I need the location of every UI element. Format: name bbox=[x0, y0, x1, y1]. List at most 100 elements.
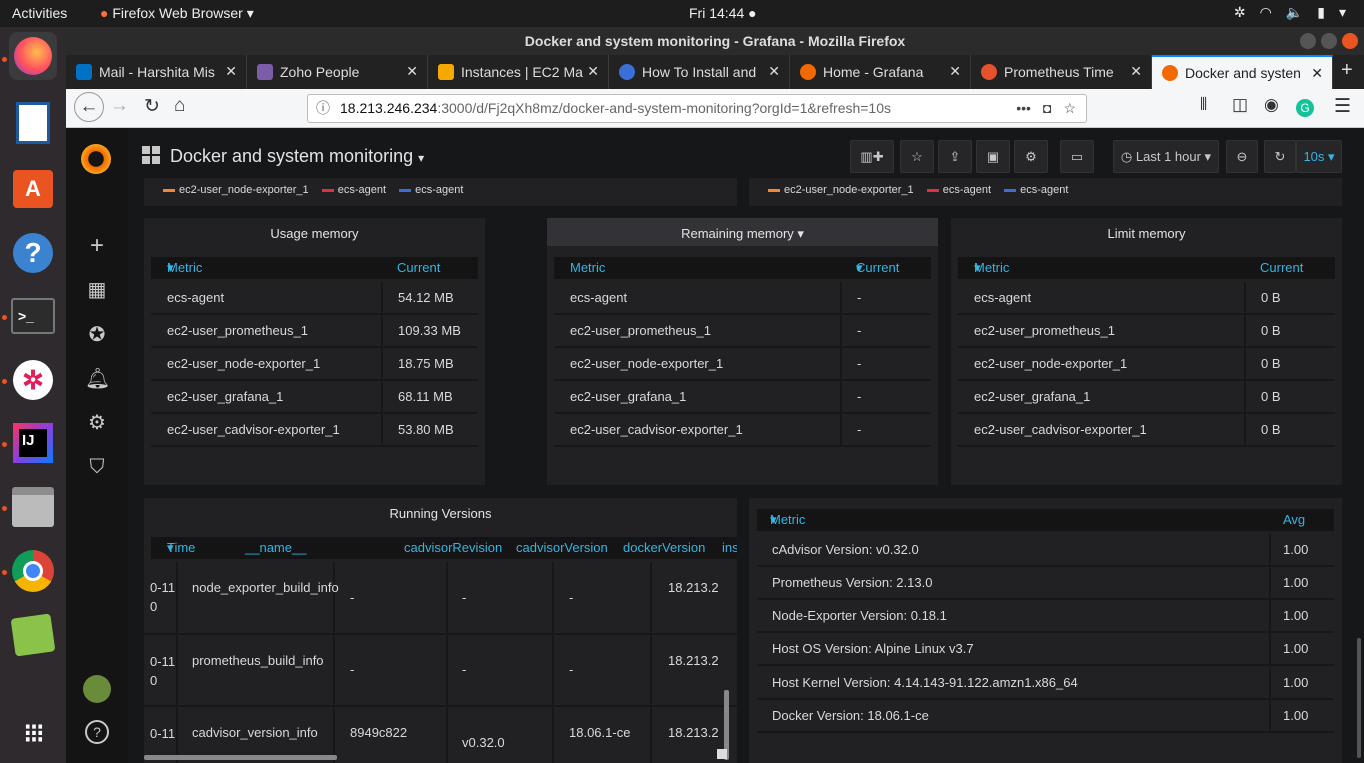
refresh-button[interactable]: ↻ bbox=[1264, 140, 1296, 173]
create-plus-icon[interactable]: + bbox=[85, 234, 109, 258]
tab-home-grafana[interactable]: Home - Grafana ✕ bbox=[790, 55, 971, 89]
col-metric[interactable]: Metric ▾ bbox=[770, 509, 805, 531]
cycle-view-mode-button[interactable]: ▭ bbox=[1060, 140, 1094, 173]
metric-cell: ec2-user_grafana_1 bbox=[570, 389, 687, 404]
close-icon[interactable]: ✕ bbox=[1130, 63, 1142, 80]
alerting-bell-icon[interactable]: 🔔︎ bbox=[85, 367, 110, 391]
page-actions-icon[interactable]: ••• bbox=[1016, 95, 1031, 122]
legend-item[interactable]: ec2-user_node-exporter_1 bbox=[768, 184, 914, 196]
refresh-interval-picker[interactable]: 10s ▾ bbox=[1296, 140, 1342, 173]
close-icon[interactable]: ✕ bbox=[587, 63, 599, 80]
col-metric[interactable]: Metric ▾ bbox=[974, 257, 1009, 279]
dashboard-settings-button[interactable]: ⚙ bbox=[1014, 140, 1048, 173]
legend-item[interactable]: ecs-agent bbox=[321, 184, 386, 196]
panel-title[interactable]: Remaining memory ▾ bbox=[547, 218, 938, 246]
menu-icon[interactable]: ☰ bbox=[1334, 95, 1351, 118]
col-current[interactable]: Current bbox=[397, 257, 440, 279]
clock[interactable]: Fri 14:44 ● bbox=[689, 5, 757, 21]
grafana-logo-icon[interactable] bbox=[81, 144, 111, 174]
legend-item[interactable]: ecs-agent bbox=[926, 184, 991, 196]
zoom-out-button[interactable]: ⊖ bbox=[1226, 140, 1258, 173]
sidebar-icon[interactable]: ◫ bbox=[1232, 95, 1248, 115]
add-panel-button[interactable]: ▥✚ bbox=[850, 140, 894, 173]
app-menu[interactable]: ● Firefox Web Browser ▾ bbox=[100, 5, 254, 22]
reload-button[interactable]: ↻ bbox=[144, 95, 160, 118]
star-dashboard-button[interactable]: ☆ bbox=[900, 140, 934, 173]
close-icon[interactable]: ✕ bbox=[406, 63, 418, 80]
server-admin-shield-icon[interactable]: ⛉ bbox=[85, 455, 109, 479]
col-docker-version[interactable]: dockerVersion bbox=[623, 537, 705, 559]
bookmark-star-icon[interactable]: ☆ bbox=[1063, 95, 1076, 122]
value-cell: - bbox=[857, 389, 862, 404]
metric-cell: ec2-user_prometheus_1 bbox=[974, 323, 1115, 338]
col-cadvisor-version[interactable]: cadvisorVersion bbox=[516, 537, 608, 559]
tab-zoho[interactable]: Zoho People ✕ bbox=[247, 55, 428, 89]
close-window-button[interactable] bbox=[1342, 33, 1358, 49]
grammarly-icon[interactable]: G bbox=[1296, 99, 1314, 117]
dashboard-title[interactable]: Docker and system monitoring ▾ bbox=[142, 146, 424, 167]
col-name[interactable]: __name__ bbox=[245, 537, 306, 559]
col-current[interactable]: Current bbox=[1260, 257, 1303, 279]
extension-icon[interactable]: ◉ bbox=[1264, 95, 1279, 115]
legend-item[interactable]: ecs-agent bbox=[1004, 184, 1068, 196]
col-current[interactable]: Current ▾ bbox=[856, 257, 899, 279]
col-cadvisor-revision[interactable]: cadvisorRevision bbox=[404, 537, 502, 559]
time-picker-button[interactable]: ◷ Last 1 hour ▾ bbox=[1113, 140, 1219, 173]
tab-mail[interactable]: Mail - Harshita Mis ✕ bbox=[66, 55, 247, 89]
files-launcher[interactable] bbox=[9, 483, 57, 531]
close-icon[interactable]: ✕ bbox=[1311, 65, 1323, 82]
back-button[interactable]: ← bbox=[74, 92, 104, 122]
system-tray[interactable]: ✲ ◠ 🔈 ▮ ▾ bbox=[1234, 4, 1346, 21]
col-time[interactable]: Time ▾ bbox=[167, 537, 195, 559]
col-metric[interactable]: Metric ▾ bbox=[167, 257, 202, 279]
table-row: ec2-user_cadvisor-exporter_1 0 B bbox=[958, 414, 1335, 447]
page-scrollbar[interactable] bbox=[1357, 638, 1361, 758]
firefox-launcher[interactable] bbox=[9, 32, 57, 80]
col-instance[interactable]: ins bbox=[722, 537, 737, 559]
panel-title[interactable]: Limit memory bbox=[951, 218, 1342, 246]
save-dashboard-button[interactable]: ▣ bbox=[976, 140, 1010, 173]
dashboards-icon[interactable]: ▦ bbox=[85, 278, 109, 302]
show-apps-button[interactable]: ⁝⁝⁝ bbox=[9, 709, 57, 757]
software-launcher[interactable]: A bbox=[9, 165, 57, 213]
writer-launcher[interactable] bbox=[9, 99, 57, 147]
close-icon[interactable]: ✕ bbox=[768, 63, 780, 80]
legend-item[interactable]: ec2-user_node-exporter_1 bbox=[163, 184, 309, 196]
minimize-button[interactable] bbox=[1300, 33, 1316, 49]
share-dashboard-button[interactable]: ⇪ bbox=[938, 140, 972, 173]
docker-cell: 18.06.1-ce bbox=[569, 725, 631, 740]
help-launcher[interactable]: ? bbox=[9, 229, 57, 277]
tab-prometheus[interactable]: Prometheus Time ✕ bbox=[971, 55, 1152, 89]
info-icon[interactable]: ⓘ bbox=[316, 95, 330, 122]
legend-item[interactable]: ecs-agent bbox=[399, 184, 463, 196]
library-icon[interactable]: ⫴ bbox=[1200, 95, 1207, 115]
pocket-icon[interactable]: ◘ bbox=[1043, 95, 1051, 122]
url-bar[interactable]: ⓘ 18.213.246.234:3000/d/Fj2qXh8mz/docker… bbox=[307, 94, 1087, 123]
chrome-launcher[interactable] bbox=[9, 547, 57, 595]
activities-button[interactable]: Activities bbox=[12, 5, 67, 21]
tab-how-to-install[interactable]: How To Install and ✕ bbox=[609, 55, 790, 89]
help-icon[interactable]: ? bbox=[85, 720, 109, 744]
home-button[interactable]: ⌂ bbox=[174, 95, 185, 117]
refresh-icon: ↻ bbox=[1274, 149, 1286, 164]
col-avg[interactable]: Avg bbox=[1283, 509, 1305, 531]
tab-docker-monitoring[interactable]: Docker and systen ✕ bbox=[1152, 55, 1333, 89]
user-avatar[interactable] bbox=[83, 675, 111, 703]
slack-launcher[interactable]: ✲ bbox=[9, 356, 57, 404]
close-icon[interactable]: ✕ bbox=[225, 63, 237, 80]
terminal-launcher[interactable]: >_ bbox=[9, 292, 57, 340]
explore-compass-icon[interactable]: ✪ bbox=[85, 323, 109, 347]
close-icon[interactable]: ✕ bbox=[949, 63, 961, 80]
configuration-gear-icon[interactable]: ⚙ bbox=[85, 411, 109, 435]
tab-ec2[interactable]: Instances | EC2 Ma ✕ bbox=[428, 55, 609, 89]
image-viewer-launcher[interactable] bbox=[9, 611, 57, 659]
panel-title[interactable]: Usage memory bbox=[144, 218, 485, 246]
forward-button[interactable]: → bbox=[110, 95, 129, 117]
col-metric[interactable]: Metric bbox=[570, 257, 605, 279]
intellij-launcher[interactable]: IJ bbox=[9, 419, 57, 467]
new-tab-button[interactable]: + bbox=[1333, 55, 1361, 89]
panel-title[interactable]: Running Versions bbox=[144, 498, 737, 526]
maximize-button[interactable] bbox=[1321, 33, 1337, 49]
slack-tray-icon[interactable]: ✲ bbox=[1234, 4, 1246, 21]
horizontal-scrollbar[interactable] bbox=[144, 755, 337, 760]
